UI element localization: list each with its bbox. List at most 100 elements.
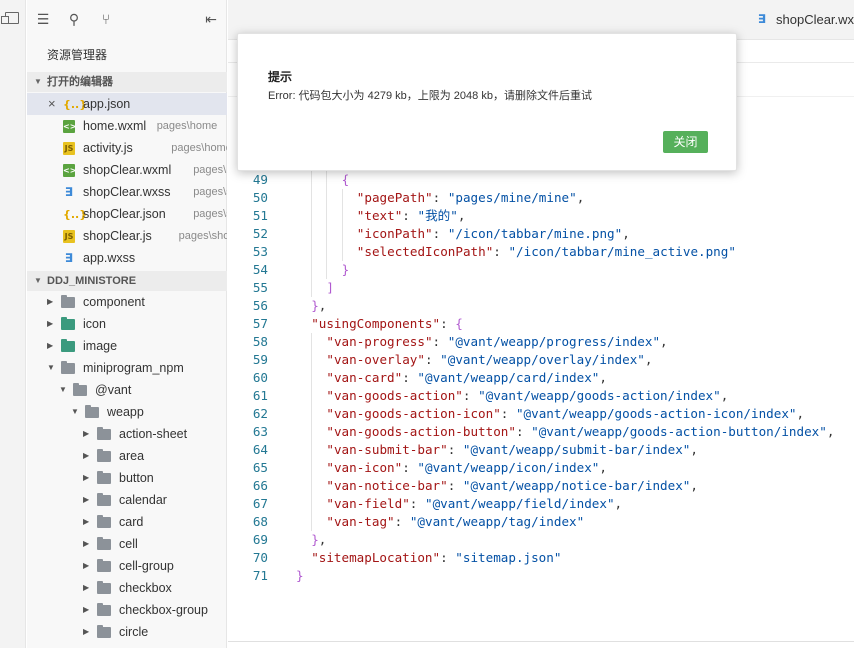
- source-control-icon[interactable]: ⑂: [98, 12, 114, 28]
- code-line[interactable]: 53 "selectedIconPath": "/icon/tabbar/mine…: [228, 243, 854, 261]
- code-line[interactable]: 49 {: [228, 171, 854, 189]
- explorer-icon[interactable]: [1, 12, 19, 24]
- code-text: {: [341, 172, 350, 187]
- tree-item[interactable]: ▶ action-sheet: [27, 423, 227, 445]
- indent-guide: [311, 495, 313, 513]
- tree-item[interactable]: ▼ weapp: [27, 401, 227, 423]
- line-number: 67: [252, 496, 268, 511]
- tab-shopclear-wxss[interactable]: ∃ shopClear.wxs: [748, 0, 854, 40]
- close-button[interactable]: 关闭: [663, 131, 708, 153]
- code-line[interactable]: 58 "van-progress": "@vant/weapp/progress/…: [228, 333, 854, 351]
- search-icon[interactable]: ⚲: [66, 12, 82, 28]
- open-editor-item[interactable]: × {..} app.json: [27, 93, 227, 115]
- chevron-right-icon[interactable]: ▶: [83, 423, 89, 445]
- code-line[interactable]: 68 "van-tag": "@vant/weapp/tag/index": [228, 513, 854, 531]
- chevron-right-icon[interactable]: ▶: [83, 533, 89, 555]
- open-editor-path: pages\home\a...: [171, 142, 227, 154]
- tree-item[interactable]: ▶ component: [27, 291, 227, 313]
- chevron-right-icon[interactable]: ▶: [83, 577, 89, 599]
- tree-item[interactable]: ▶ image: [27, 335, 227, 357]
- dialog-message: Error: 代码包大小为 4279 kb，上限为 2048 kb，请删除文件后…: [268, 90, 592, 102]
- code-text: "selectedIconPath": "/icon/tabbar/mine_a…: [356, 244, 736, 259]
- chevron-down-icon[interactable]: ▼: [71, 401, 79, 423]
- code-line[interactable]: 63 "van-goods-action-button": "@vant/weap…: [228, 423, 854, 441]
- chevron-right-icon[interactable]: ▶: [83, 621, 89, 643]
- open-editor-item[interactable]: ∃ app.wxss: [27, 247, 227, 269]
- chevron-right-icon[interactable]: ▶: [83, 599, 89, 621]
- tree-item[interactable]: ▼ @vant: [27, 379, 227, 401]
- open-editor-item[interactable]: {..}shopClear.json pages\s...: [27, 203, 227, 225]
- code-text: "iconPath": "/icon/tabbar/mine.png",: [356, 226, 630, 241]
- code-line[interactable]: 70 "sitemapLocation": "sitemap.json": [228, 549, 854, 567]
- code-line[interactable]: 67 "van-field": "@vant/weapp/field/index"…: [228, 495, 854, 513]
- indent-guide: [311, 369, 313, 387]
- code-line[interactable]: 61 "van-goods-action": "@vant/weapp/goods…: [228, 387, 854, 405]
- open-editor-item[interactable]: JS shopClear.js pages\sho...: [27, 225, 227, 247]
- code-line[interactable]: 60 "van-card": "@vant/weapp/card/index",: [228, 369, 854, 387]
- code-line[interactable]: 66 "van-notice-bar": "@vant/weapp/notice-…: [228, 477, 854, 495]
- code-line[interactable]: 51 "text": "我的",: [228, 207, 854, 225]
- open-editor-item[interactable]: ∃ shopClear.wxss pages\s...: [27, 181, 227, 203]
- tree-item-label: icon: [83, 317, 106, 331]
- indent-guide: [311, 459, 313, 477]
- indent-guide: [341, 207, 343, 225]
- tree-item[interactable]: ▶ icon: [27, 313, 227, 335]
- project-header[interactable]: ▼ DDJ_MINISTORE: [27, 271, 227, 291]
- chevron-right-icon[interactable]: ▶: [83, 511, 89, 533]
- folder-icon: [97, 603, 111, 616]
- code-line[interactable]: 50 "pagePath": "pages/mine/mine",: [228, 189, 854, 207]
- code-line[interactable]: 59 "van-overlay": "@vant/weapp/overlay/in…: [228, 351, 854, 369]
- line-number: 52: [252, 226, 268, 241]
- chevron-right-icon[interactable]: ▶: [83, 555, 89, 577]
- json-file-icon: {..}: [63, 208, 88, 221]
- tree-item[interactable]: ▶ cell: [27, 533, 227, 555]
- activity-bar: [0, 0, 26, 648]
- indent-guide: [326, 189, 328, 207]
- code-line[interactable]: 62 "van-goods-action-icon": "@vant/weapp/…: [228, 405, 854, 423]
- close-icon[interactable]: ×: [48, 93, 56, 115]
- code-line[interactable]: 57 "usingComponents": {: [228, 315, 854, 333]
- tree-item[interactable]: ▶ card: [27, 511, 227, 533]
- tree-item[interactable]: ▶ circle: [27, 621, 227, 643]
- tree-item[interactable]: ▶ calendar: [27, 489, 227, 511]
- code-line[interactable]: 52 "iconPath": "/icon/tabbar/mine.png",: [228, 225, 854, 243]
- tree-item[interactable]: ▶ checkbox: [27, 577, 227, 599]
- line-number: 55: [252, 280, 268, 295]
- tree-item[interactable]: ▶ area: [27, 445, 227, 467]
- tree-item[interactable]: ▼ miniprogram_npm: [27, 357, 227, 379]
- code-line[interactable]: 64 "van-submit-bar": "@vant/weapp/submit-…: [228, 441, 854, 459]
- chevron-down-icon[interactable]: ▼: [59, 379, 67, 401]
- code-text: "sitemapLocation": "sitemap.json": [311, 550, 562, 565]
- tree-item-label: image: [83, 339, 118, 353]
- indent-guide: [341, 243, 343, 261]
- tree-item[interactable]: ▶ checkbox-group: [27, 599, 227, 621]
- code-line[interactable]: 54}: [228, 261, 854, 279]
- tree-item-label: cell-group: [119, 559, 174, 573]
- chevron-right-icon[interactable]: ▶: [83, 489, 89, 511]
- code-line[interactable]: 69},: [228, 531, 854, 549]
- chevron-right-icon[interactable]: ▶: [83, 467, 89, 489]
- chevron-down-icon: ▼: [34, 276, 42, 285]
- open-editor-item[interactable]: <> home.wxml pages\home: [27, 115, 227, 137]
- open-editor-item[interactable]: JS activity.js pages\home\a...: [27, 137, 227, 159]
- tree-item[interactable]: ▶ cell-group: [27, 555, 227, 577]
- code-line[interactable]: 55]: [228, 279, 854, 297]
- json-file-icon: {..}: [63, 98, 88, 111]
- open-editor-item[interactable]: <> shopClear.wxml pages\...: [27, 159, 227, 181]
- open-editor-path: pages\sho...: [178, 230, 227, 242]
- collapse-sidebar-icon[interactable]: ⇤: [203, 12, 219, 28]
- tree-item-label: button: [119, 471, 154, 485]
- chevron-right-icon[interactable]: ▶: [47, 291, 53, 313]
- chevron-right-icon[interactable]: ▶: [47, 335, 53, 357]
- code-lines[interactable]: 49 {50 "pagePath": "pages/mine/mine", 51 "te…: [228, 171, 854, 585]
- open-editors-header[interactable]: ▼ 打开的编辑器: [27, 72, 227, 92]
- list-icon[interactable]: ☰: [35, 12, 51, 28]
- tree-item[interactable]: ▶ button: [27, 467, 227, 489]
- chevron-right-icon[interactable]: ▶: [47, 313, 53, 335]
- code-line[interactable]: 56},: [228, 297, 854, 315]
- code-line[interactable]: 65 "van-icon": "@vant/weapp/icon/index",: [228, 459, 854, 477]
- code-line[interactable]: 71}: [228, 567, 854, 585]
- indent-guide: [311, 441, 313, 459]
- chevron-right-icon[interactable]: ▶: [83, 445, 89, 467]
- chevron-down-icon[interactable]: ▼: [47, 357, 55, 379]
